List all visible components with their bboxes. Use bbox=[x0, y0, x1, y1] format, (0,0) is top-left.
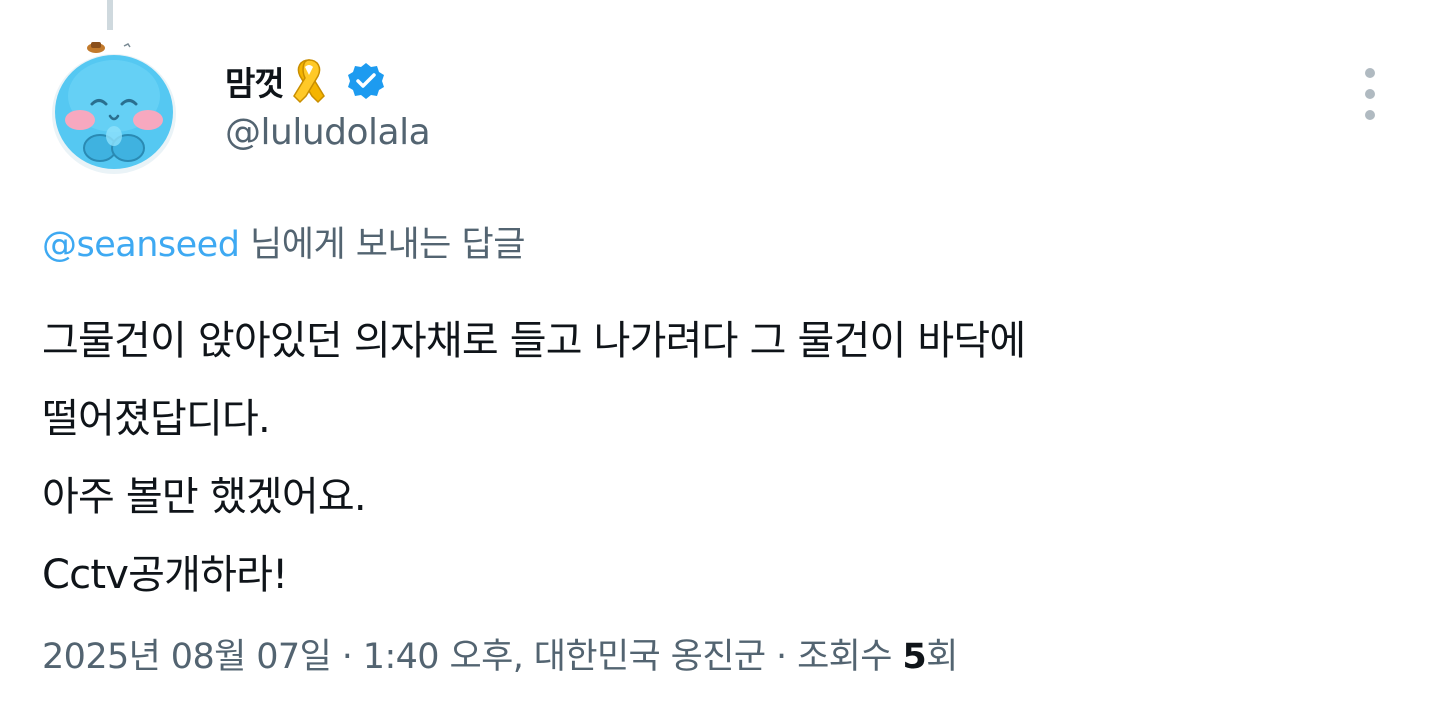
tweet-line: 아주 볼만 했겠어요. bbox=[42, 474, 367, 520]
name-row: 맘껏 bbox=[225, 56, 430, 106]
reply-suffix: 님에게 보내는 답글 bbox=[239, 225, 525, 265]
tweet-time-location[interactable]: 1:40 오후, 대한민국 옹진군 bbox=[363, 637, 766, 677]
more-dot-icon bbox=[1365, 89, 1375, 99]
yellow-ribbon-icon bbox=[292, 59, 325, 104]
reply-mention-link[interactable]: @seanseed bbox=[42, 225, 240, 265]
tweet-line: Cctv공개하라! bbox=[42, 552, 288, 598]
verified-badge-icon[interactable] bbox=[346, 61, 386, 101]
tweet-date[interactable]: 2025년 08월 07일 bbox=[42, 637, 332, 677]
tweet-meta: 2025년 08월 07일 · 1:40 오후, 대한민국 옹진군 · 조회수 … bbox=[42, 628, 958, 679]
display-name[interactable]: 맘껏 bbox=[225, 57, 285, 105]
views-label: 조회수 bbox=[797, 637, 903, 677]
tweet-body: 그물건이 앉아있던 의자채로 들고 나가려다 그 물건이 바닥에 떨어졌답디다.… bbox=[42, 302, 1382, 614]
replying-to: @seanseed 님에게 보내는 답글 bbox=[42, 216, 525, 267]
tweet-line: 떨어졌답디다. bbox=[42, 396, 271, 442]
more-dot-icon bbox=[1365, 68, 1375, 78]
thread-connector-line bbox=[107, 0, 113, 30]
tweet-line: 그물건이 앉아있던 의자채로 들고 나가려다 그 물건이 바닥에 bbox=[42, 318, 1026, 364]
user-handle[interactable]: @luludolala bbox=[225, 112, 431, 153]
avatar[interactable] bbox=[50, 40, 178, 176]
views-count[interactable]: 5 bbox=[902, 637, 926, 677]
more-dot-icon bbox=[1365, 110, 1375, 120]
views-suffix: 회 bbox=[926, 637, 958, 677]
meta-separator: · bbox=[765, 637, 798, 677]
more-options-button[interactable] bbox=[1352, 68, 1388, 120]
tweet-header: 맘껏 @luludolala bbox=[225, 56, 431, 153]
meta-separator: · bbox=[331, 637, 363, 677]
